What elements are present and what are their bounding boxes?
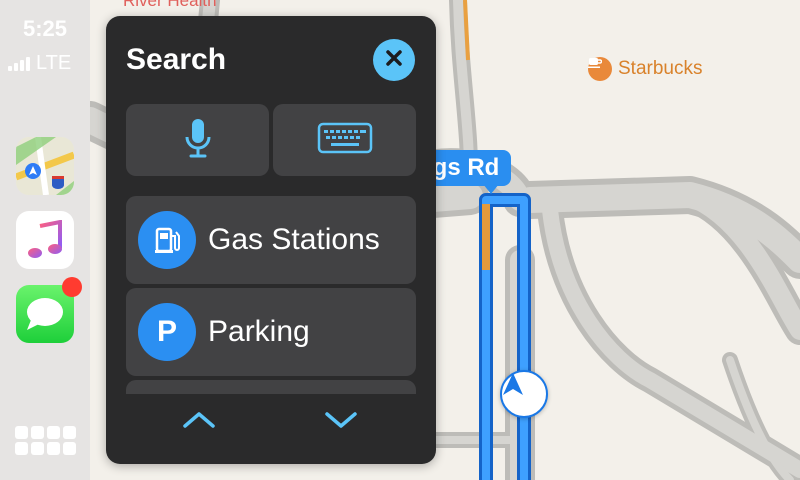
carplay-screen: River Health Starbucks ngs Rd 5:25 LTE S… [0, 0, 800, 480]
status-time: 5:25 [22, 16, 68, 41]
poi-starbucks[interactable]: Starbucks [588, 57, 702, 81]
keyboard-search-button[interactable] [273, 104, 416, 176]
poi-hospital-label: River Health [123, 0, 217, 10]
status-network: LTE [8, 52, 90, 75]
panel-title: Search [126, 43, 227, 76]
category-label: Parking [208, 315, 310, 348]
music-app-icon[interactable] [16, 211, 74, 269]
messages-app-icon[interactable] [16, 277, 82, 343]
network-type: LTE [36, 52, 72, 74]
current-location-arrow-icon [500, 370, 548, 418]
category-parking[interactable]: P Parking [126, 288, 416, 376]
parking-icon: P [138, 303, 196, 361]
app-grid-icon[interactable] [15, 426, 76, 455]
scroll-down-button[interactable] [318, 402, 363, 442]
chevron-up-icon [182, 411, 216, 434]
category-label: Gas Stations [208, 223, 380, 256]
close-icon [385, 49, 403, 72]
microphone-icon [183, 117, 213, 164]
voice-search-button[interactable] [126, 104, 269, 176]
category-gas-stations[interactable]: Gas Stations [126, 196, 416, 284]
keyboard-icon [317, 122, 373, 159]
notification-badge [62, 277, 82, 297]
search-panel: Search Gas Stations P Parking [106, 16, 436, 464]
close-button[interactable] [373, 39, 415, 81]
carplay-dock: 5:25 LTE [0, 0, 90, 480]
poi-hospital[interactable]: River Health [123, 0, 217, 11]
gas-pump-icon [138, 211, 196, 269]
poi-starbucks-label: Starbucks [618, 58, 703, 79]
coffee-cup-icon [588, 57, 612, 81]
category-next-partial[interactable] [126, 380, 416, 394]
chevron-down-icon [324, 411, 358, 434]
scroll-up-button[interactable] [176, 402, 221, 442]
signal-bars-icon [8, 56, 30, 71]
maps-app-icon[interactable] [16, 137, 74, 195]
